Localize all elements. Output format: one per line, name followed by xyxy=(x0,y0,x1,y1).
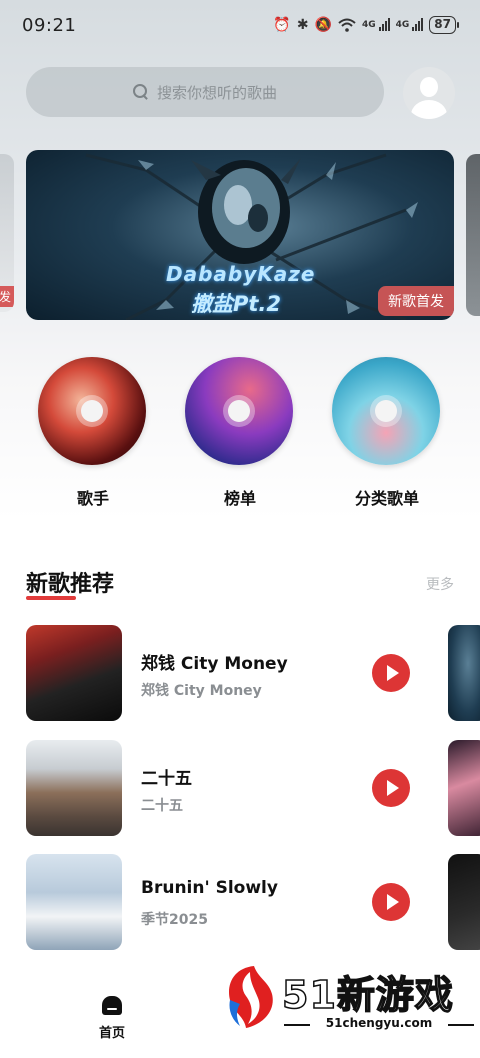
song-cover xyxy=(26,854,122,950)
charts-disc xyxy=(185,357,293,465)
status-bar: 09:21 ⏰ ✱ 🔕 4G 4G 87 xyxy=(0,0,480,50)
play-button[interactable] xyxy=(372,769,410,807)
disc-center xyxy=(375,400,397,422)
more-link[interactable]: 更多 xyxy=(426,574,454,594)
tab-home-label: 首页 xyxy=(98,1026,125,1041)
song-peek-cover[interactable] xyxy=(448,625,480,721)
cell-signal-1-icon: 4G xyxy=(361,18,390,31)
category-charts[interactable]: 榜单 xyxy=(185,357,295,509)
banner-title: DababyKaze xyxy=(166,262,316,286)
avatar-head-shape xyxy=(420,77,438,97)
song-cover xyxy=(26,625,122,721)
alarm-icon: ⏰ xyxy=(273,17,291,33)
cell-network-label-2: 4G xyxy=(395,20,410,30)
banner-main[interactable]: DababyKaze 撤盐Pt.2 新歌首发 xyxy=(26,150,454,320)
user-avatar[interactable] xyxy=(403,67,455,119)
watermark: 51新游戏 51chengyu.com xyxy=(222,962,478,1034)
category-label: 分类歌单 xyxy=(354,489,419,508)
cell-network-label-1: 4G xyxy=(361,20,376,30)
song-subtitle: 季节2025 xyxy=(141,912,208,928)
mute-bell-icon: 🔕 xyxy=(314,17,332,33)
watermark-logo-icon xyxy=(229,966,273,1028)
song-title: 二十五 xyxy=(141,769,192,789)
playlists-disc xyxy=(332,357,440,465)
banner-carousel[interactable]: 发 DababyKaze 撤盐Pt.2 新歌首发 xyxy=(0,150,480,322)
disc-center xyxy=(81,400,103,422)
status-icons: ⏰ ✱ 🔕 4G 4G 87 xyxy=(273,16,459,34)
wifi-icon xyxy=(338,18,356,32)
bluetooth-icon: ✱ xyxy=(296,17,309,33)
cell-signal-2-icon: 4G xyxy=(395,18,424,31)
play-button[interactable] xyxy=(372,883,410,921)
song-subtitle: 郑钱 City Money xyxy=(141,683,262,699)
song-cover xyxy=(26,740,122,836)
banner-prev-card[interactable]: 发 xyxy=(0,154,14,312)
battery-indicator: 87 xyxy=(429,16,459,34)
song-item[interactable]: 郑钱 City Money 郑钱 City Money xyxy=(26,625,480,721)
search-placeholder: 搜索你想听的歌曲 xyxy=(156,83,277,102)
category-label: 歌手 xyxy=(76,489,109,508)
category-row: 歌手 榜单 分类歌单 xyxy=(0,357,480,509)
new-songs-header: 新歌推荐 更多 xyxy=(26,566,456,602)
status-time: 09:21 xyxy=(22,14,77,36)
home-icon xyxy=(101,996,123,1016)
song-subtitle: 二十五 xyxy=(141,798,183,814)
section-title: 新歌推荐 xyxy=(26,566,114,600)
category-playlists[interactable]: 分类歌单 xyxy=(332,357,442,509)
watermark-url: 51chengyu.com xyxy=(284,1016,474,1030)
song-title: 郑钱 City Money xyxy=(141,654,288,674)
song-peek-cover[interactable] xyxy=(448,740,480,836)
song-title: Brunin' Slowly xyxy=(141,878,278,898)
singers-disc xyxy=(38,357,146,465)
banner-next-card[interactable] xyxy=(466,154,480,316)
prev-card-tag: 发 xyxy=(0,286,14,307)
category-label: 榜单 xyxy=(223,489,256,508)
avatar-body-shape xyxy=(411,100,447,119)
search-row: 搜索你想听的歌曲 xyxy=(26,67,456,119)
watermark-brand: 51新游戏 xyxy=(281,972,454,1018)
search-input[interactable]: 搜索你想听的歌曲 xyxy=(26,67,384,117)
tab-home[interactable]: 首页 xyxy=(90,996,134,1041)
category-singers[interactable]: 歌手 xyxy=(38,357,148,509)
search-icon xyxy=(132,84,149,100)
song-peek-cover[interactable] xyxy=(448,854,480,950)
song-item[interactable]: Brunin' Slowly 季节2025 xyxy=(26,854,480,950)
banner-tag: 新歌首发 xyxy=(378,286,454,316)
disc-center xyxy=(228,400,250,422)
banner-subtitle: 撤盐Pt.2 xyxy=(191,292,282,316)
song-item[interactable]: 二十五 二十五 xyxy=(26,740,480,836)
play-button[interactable] xyxy=(372,654,410,692)
